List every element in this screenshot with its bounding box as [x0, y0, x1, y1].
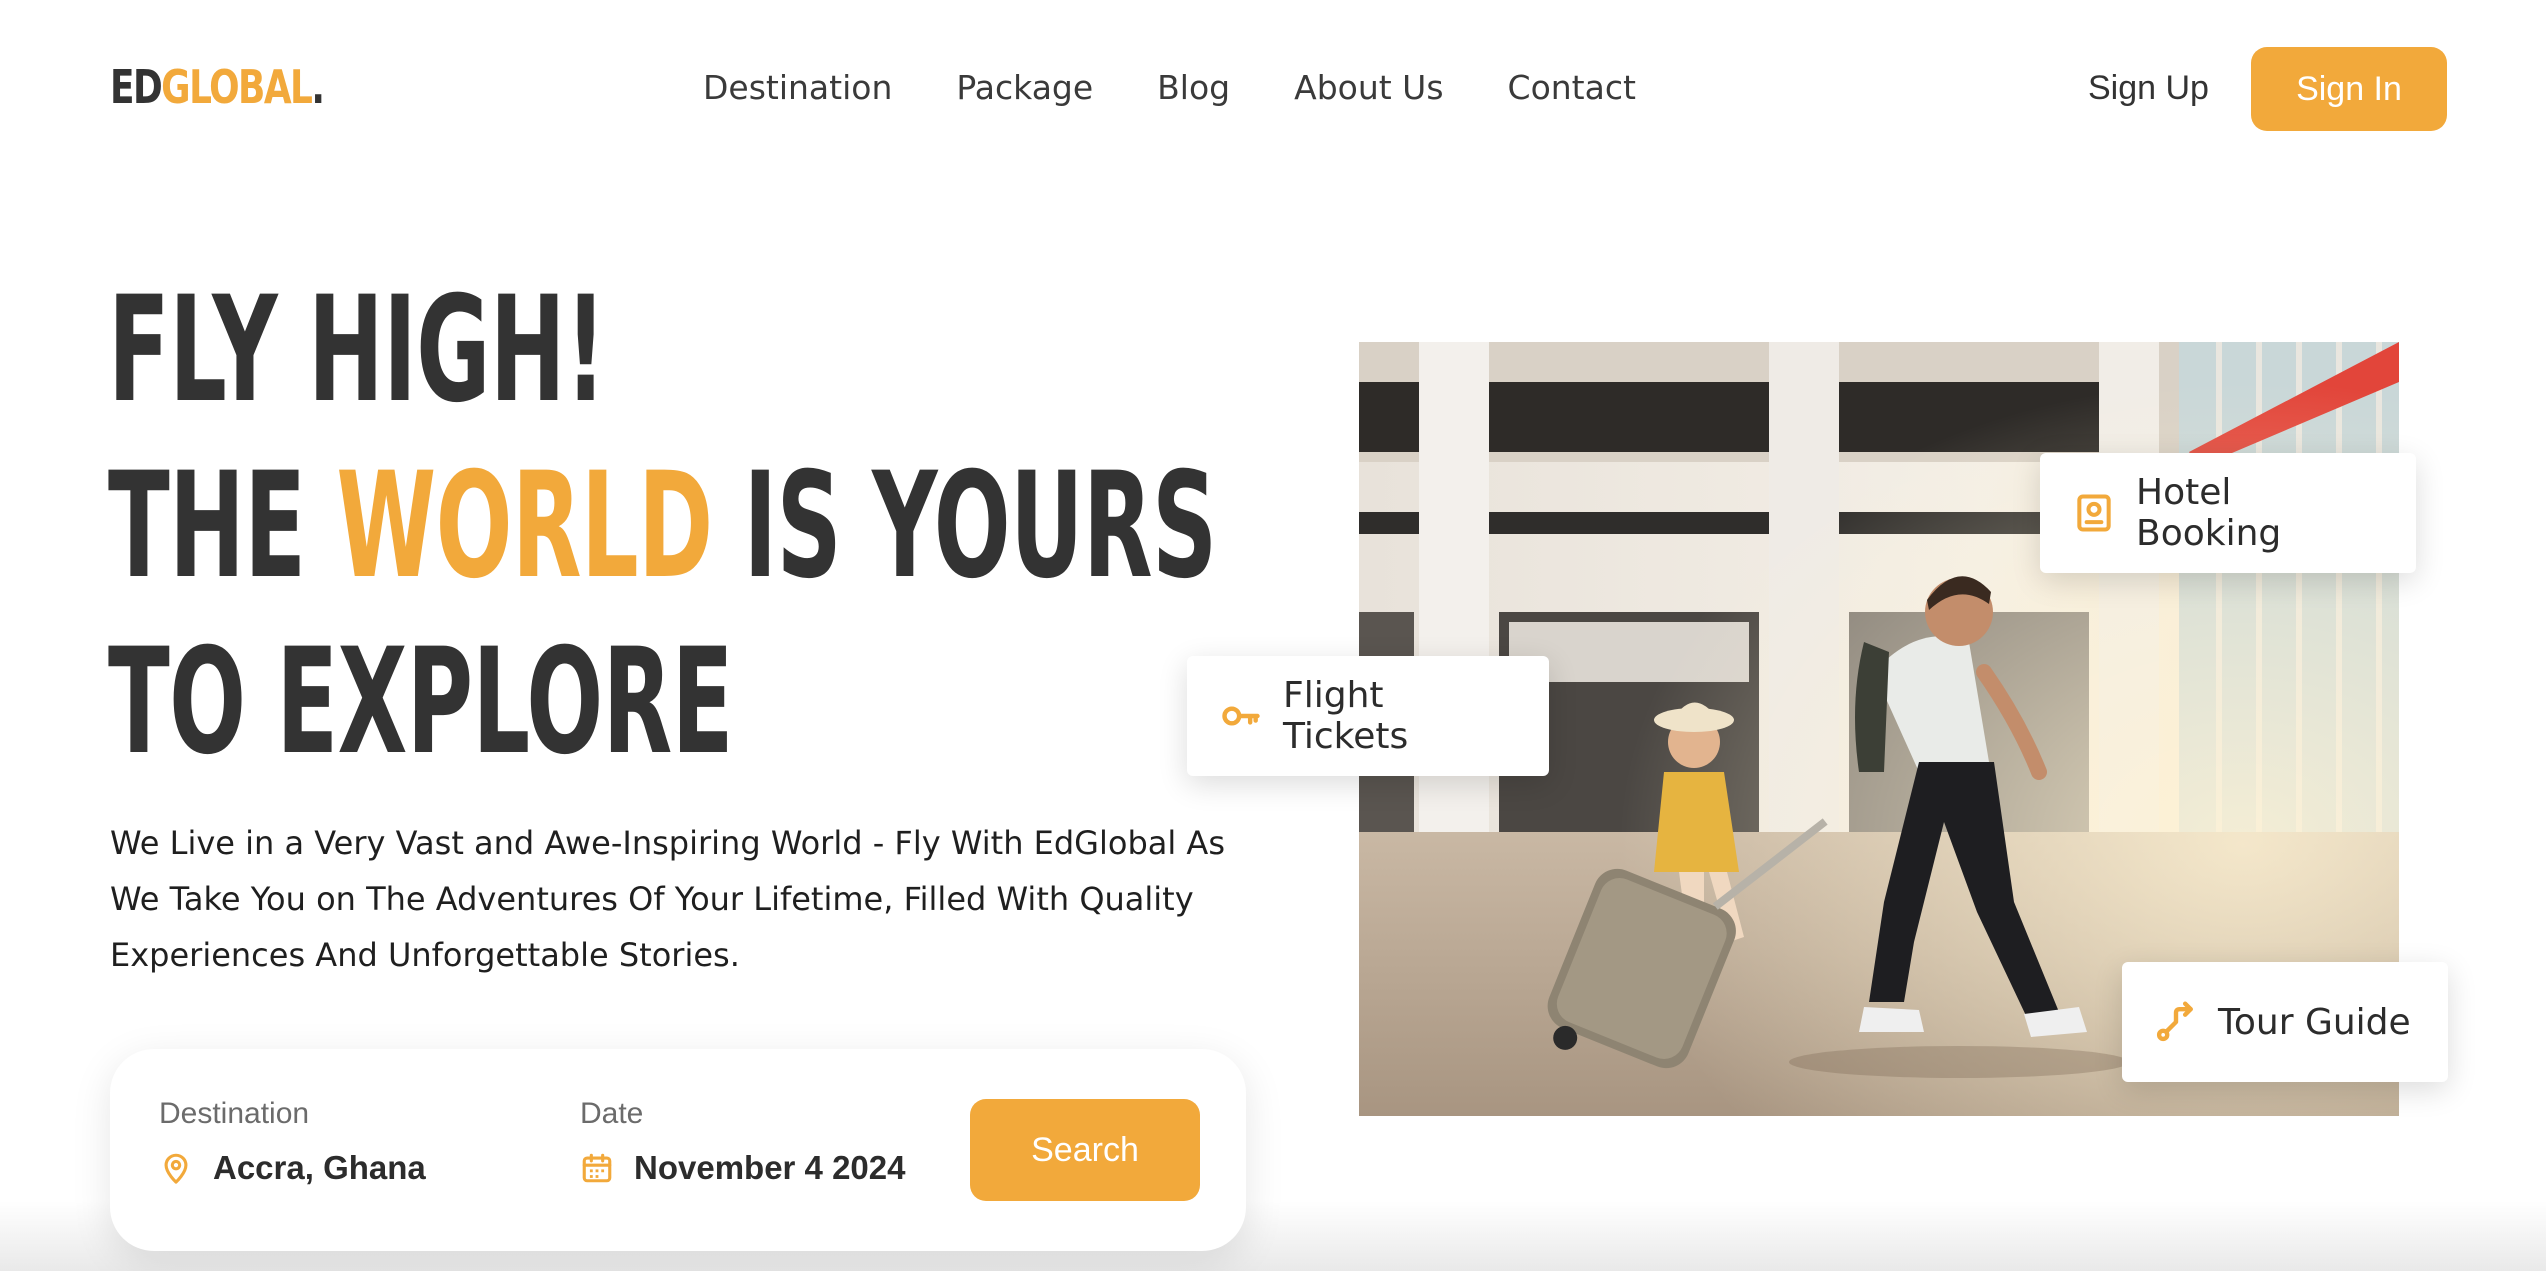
date-value: November 4 2024: [634, 1149, 906, 1186]
hero-line-1: FLY HIGH!: [108, 265, 606, 435]
date-field[interactable]: November 4 2024: [580, 1149, 906, 1187]
route-icon: [2156, 1001, 2193, 1042]
main-nav: Destination Package Blog About Us Contac…: [703, 66, 1636, 110]
nav-blog[interactable]: Blog: [1157, 66, 1230, 110]
nav-about-us[interactable]: About Us: [1294, 66, 1443, 110]
sign-up-link[interactable]: Sign Up: [2088, 66, 2209, 110]
hero-line-2-pre: THE: [108, 441, 337, 611]
search-card: Destination Accra, Ghana Date November 4…: [110, 1049, 1246, 1251]
hero-accent-word: WORLD: [336, 441, 713, 611]
tour-guide-label: Tour Guide: [2218, 1001, 2411, 1043]
hero-line-2-post: IS YOURS: [712, 441, 1217, 611]
nav-destination[interactable]: Destination: [703, 66, 892, 110]
destination-field[interactable]: Accra, Ghana: [159, 1149, 426, 1187]
hotel-booking-label: Hotel Booking: [2136, 472, 2282, 554]
hero-line-2: THE WORLD IS YOURS: [108, 438, 1217, 614]
calendar-icon: [582, 1153, 612, 1183]
flight-tickets-badge[interactable]: Flight Tickets: [1187, 656, 1549, 776]
search-button[interactable]: Search: [970, 1099, 1200, 1201]
hero-description: We Live in a Very Vast and Awe-Inspiring…: [110, 824, 1225, 974]
destination-label: Destination: [159, 1097, 310, 1130]
hotel-id-icon: [2077, 494, 2111, 532]
nav-package[interactable]: Package: [956, 66, 1093, 110]
logo-global: GLOBAL: [161, 60, 313, 114]
nav-contact[interactable]: Contact: [1508, 66, 1636, 110]
sign-in-button[interactable]: Sign In: [2251, 47, 2447, 131]
hero-title: FLY HIGH! THE WORLD IS YOURS TO EXPLORE: [108, 262, 1217, 790]
destination-value: Accra, Ghana: [213, 1149, 426, 1186]
hero-line-3: TO EXPLORE: [108, 617, 734, 787]
map-pin-icon: [164, 1153, 188, 1184]
tour-guide-badge[interactable]: Tour Guide: [2122, 962, 2448, 1082]
key-icon: [1222, 706, 1260, 726]
flight-tickets-label: Flight Tickets: [1283, 675, 1409, 757]
logo-dot: .: [311, 60, 325, 114]
date-label: Date: [580, 1097, 644, 1130]
hotel-booking-badge[interactable]: Hotel Booking: [2040, 453, 2416, 573]
logo[interactable]: EDGLOBAL.: [110, 58, 325, 116]
logo-ed: ED: [110, 60, 163, 114]
